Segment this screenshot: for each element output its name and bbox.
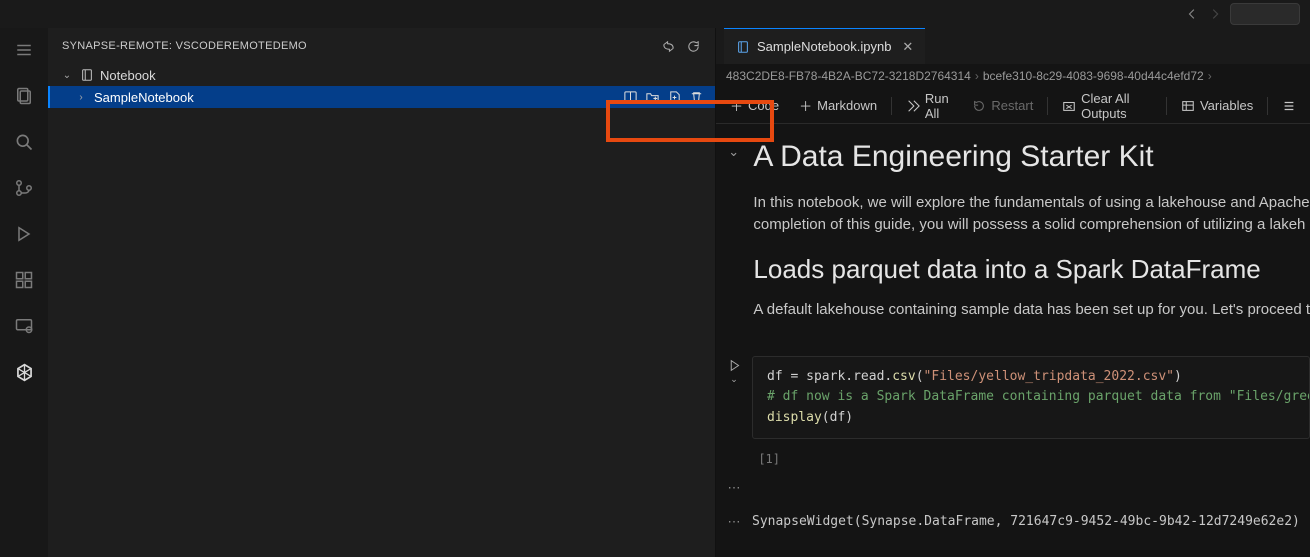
divider [1267,97,1268,115]
search-icon[interactable] [12,130,36,154]
divider [891,97,892,115]
variables-button[interactable]: Variables [1173,95,1261,116]
tree-row-notebook-folder[interactable]: ⌄ Notebook [48,64,715,86]
add-markdown-button[interactable]: ＋ Markdown [791,93,885,118]
command-search-input[interactable] [1230,3,1300,25]
variables-icon [1181,99,1195,113]
run-cell-icon[interactable] [728,359,741,372]
code-editor[interactable]: df = spark.read.csv("Files/yellow_tripda… [752,356,1310,438]
restart-button[interactable]: Restart [964,95,1041,116]
menu-icon[interactable] [12,38,36,62]
editor-tab-label: SampleNotebook.ipynb [757,39,891,54]
paragraph: In this notebook, we will explore the fu… [753,192,1310,236]
side-panel: SYNAPSE-REMOTE: VSCODEREMOTEDEMO ⌄ Noteb… [48,28,716,557]
restart-icon [972,99,986,113]
chevron-down-icon: ⌄ [60,70,74,81]
open-preview-icon[interactable] [621,88,639,106]
breadcrumb-segment[interactable]: bcefe310-8c29-4083-9698-40d44c4efd72 [983,69,1204,83]
sync-icon[interactable] [661,39,676,54]
close-icon[interactable]: ✕ [902,39,913,55]
output-row: ⋯ [718,476,1310,496]
chevron-down-icon[interactable]: ⌄ [728,144,739,338]
paragraph: A default lakehouse containing sample da… [753,299,1310,321]
run-all-icon [906,99,920,113]
chevron-right-icon: › [74,92,88,103]
tree-label: SampleNotebook [94,90,194,105]
remote-icon[interactable] [12,314,36,338]
extensions-icon[interactable] [12,268,36,292]
output-row: ⋯ SynapseWidget(Synapse.DataFrame, 72164… [718,510,1310,530]
output-text: SynapseWidget(Synapse.DataFrame, 721647c… [752,514,1310,529]
synapse-icon[interactable] [12,360,36,384]
chevron-right-icon: › [975,69,979,83]
explorer-icon[interactable] [12,84,36,108]
breadcrumb-segment[interactable]: 483C2DE8-FB78-4B2A-BC72-3218D2764314 [726,69,971,83]
run-debug-icon[interactable] [12,222,36,246]
chevron-down-icon[interactable]: ⌄ [730,374,738,385]
clear-icon [1062,99,1076,113]
nav-back-icon[interactable] [1186,7,1200,21]
delete-icon[interactable] [687,88,705,106]
tree-label: Notebook [100,68,156,83]
heading-2: Loads parquet data into a Spark DataFram… [753,254,1310,285]
outline-button[interactable] [1274,96,1304,116]
divider [1047,97,1048,115]
chevron-right-icon: › [1208,69,1212,83]
markdown-cell[interactable]: ⌄ A Data Engineering Starter Kit In this… [718,134,1310,354]
activity-bar [0,28,48,557]
source-control-icon[interactable] [12,176,36,200]
refresh-icon[interactable] [686,39,701,54]
add-code-button[interactable]: ＋ Code [722,93,787,118]
heading-1: A Data Engineering Starter Kit [753,140,1310,174]
code-cell[interactable]: ⌄ df = spark.read.csv("Files/yellow_trip… [718,354,1310,448]
new-folder-icon[interactable] [643,88,661,106]
editor-area: SampleNotebook.ipynb ✕ 483C2DE8-FB78-4B2… [716,28,1310,557]
editor-tab[interactable]: SampleNotebook.ipynb ✕ [724,28,925,64]
new-file-icon[interactable] [665,88,683,106]
more-icon[interactable]: ⋯ [724,514,744,530]
plus-icon: ＋ [730,96,743,115]
plus-icon: ＋ [799,96,812,115]
side-panel-title: SYNAPSE-REMOTE: VSCODEREMOTEDEMO [62,40,307,52]
nav-forward-icon[interactable] [1208,7,1222,21]
clear-outputs-button[interactable]: Clear All Outputs [1054,88,1160,124]
breadcrumb[interactable]: 483C2DE8-FB78-4B2A-BC72-3218D2764314 › b… [716,64,1310,88]
more-icon[interactable]: ⋯ [724,480,744,496]
notebook-file-icon [736,40,750,54]
outline-icon [1282,99,1296,113]
execution-count: [1] [752,449,780,466]
tree-row-samplenotebook[interactable]: › SampleNotebook [48,86,715,108]
run-all-button[interactable]: Run All [898,88,961,124]
divider [1166,97,1167,115]
notebook-icon [80,68,94,82]
